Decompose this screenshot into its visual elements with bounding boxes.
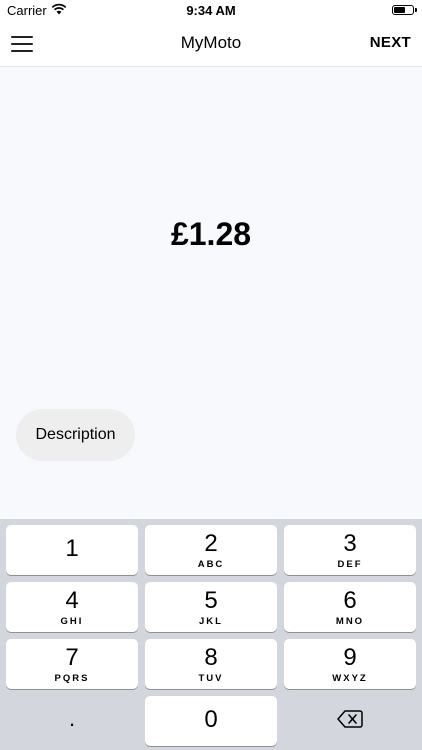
description-label: Description bbox=[35, 426, 116, 443]
key-digit: 7 bbox=[65, 644, 79, 671]
key-0[interactable]: 0 bbox=[145, 696, 277, 746]
key-letters: WXYZ bbox=[332, 673, 368, 684]
key-letters: TUV bbox=[198, 673, 224, 684]
key-digit: 5 bbox=[204, 587, 218, 614]
status-time: 9:34 AM bbox=[186, 3, 236, 18]
key-decimal-point[interactable]: . bbox=[6, 696, 138, 746]
key-letters: GHI bbox=[60, 616, 84, 627]
key-4[interactable]: 4 GHI bbox=[6, 582, 138, 632]
amount-display: £1.28 bbox=[170, 216, 252, 252]
key-letters: DEF bbox=[337, 559, 363, 570]
key-8[interactable]: 8 TUV bbox=[145, 639, 277, 689]
description-button[interactable]: Description bbox=[16, 409, 135, 461]
key-digit: 1 bbox=[65, 535, 79, 562]
key-letters: JKL bbox=[199, 616, 223, 627]
key-6[interactable]: 6 MNO bbox=[284, 582, 416, 632]
key-digit: . bbox=[68, 706, 76, 731]
key-letters: PQRS bbox=[54, 673, 90, 684]
key-7[interactable]: 7 PQRS bbox=[6, 639, 138, 689]
key-digit: 8 bbox=[204, 644, 218, 671]
key-letters: ABC bbox=[197, 559, 225, 570]
key-letters: MNO bbox=[335, 616, 365, 627]
next-button[interactable]: NEXT bbox=[370, 34, 411, 51]
backspace-icon bbox=[337, 709, 363, 734]
numeric-keypad: 1 2 ABC 3 DEF 4 GHI 5 JKL 6 MNO 7 PQRS 8… bbox=[0, 519, 422, 750]
key-digit: 4 bbox=[65, 587, 79, 614]
key-5[interactable]: 5 JKL bbox=[145, 582, 277, 632]
backspace-key[interactable] bbox=[284, 696, 416, 746]
key-digit: 6 bbox=[343, 587, 357, 614]
key-digit: 9 bbox=[343, 644, 357, 671]
key-9[interactable]: 9 WXYZ bbox=[284, 639, 416, 689]
battery-icon bbox=[392, 5, 417, 15]
navigation-bar: MyMoto NEXT bbox=[0, 22, 422, 67]
key-digit: 2 bbox=[204, 530, 218, 557]
key-digit: 0 bbox=[204, 706, 218, 733]
key-3[interactable]: 3 DEF bbox=[284, 525, 416, 575]
key-1[interactable]: 1 bbox=[6, 525, 138, 575]
key-digit: 3 bbox=[343, 530, 357, 557]
status-bar: Carrier 9:34 AM bbox=[0, 0, 422, 22]
page-title: MyMoto bbox=[180, 33, 242, 52]
key-2[interactable]: 2 ABC bbox=[145, 525, 277, 575]
